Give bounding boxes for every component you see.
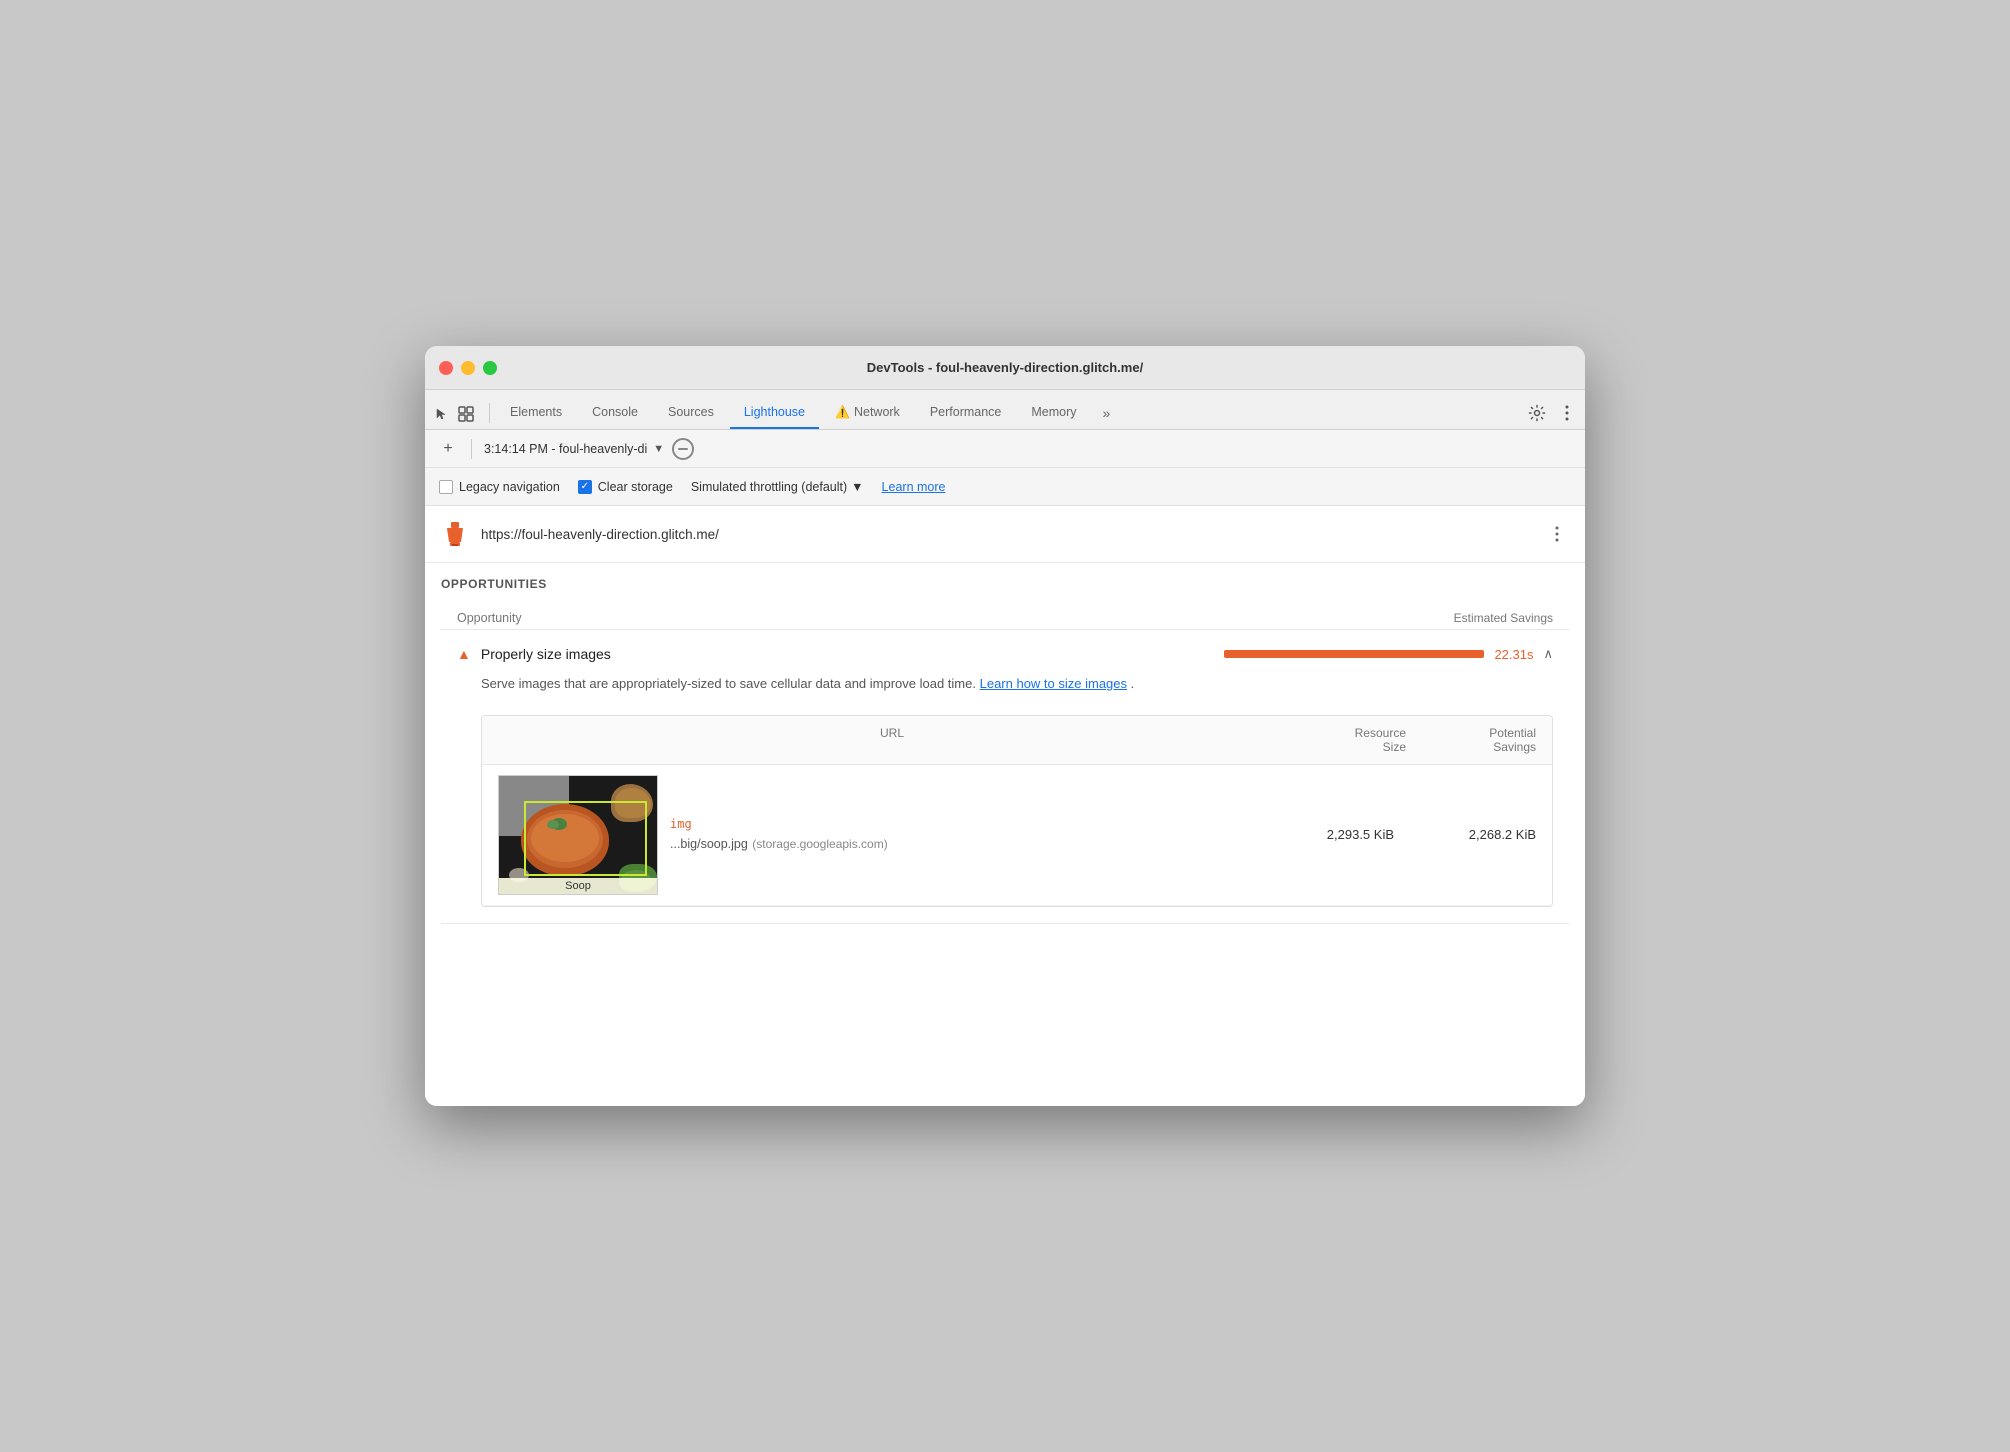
file-url: ...big/soop.jpg xyxy=(670,837,748,851)
throttling-selector[interactable]: Simulated throttling (default) ▼ xyxy=(691,480,864,494)
inner-table-header: URL Resource Size Potential Savings xyxy=(482,716,1552,765)
throttling-dropdown-icon: ▼ xyxy=(851,480,863,494)
settings-icon[interactable] xyxy=(1527,403,1547,423)
maximize-button[interactable] xyxy=(483,361,497,375)
inner-table: URL Resource Size Potential Savings xyxy=(481,715,1553,907)
clear-storage-checkbox[interactable]: ✓ xyxy=(578,480,592,494)
devtools-window: DevTools - foul-heavenly-direction.glitc… xyxy=(425,346,1585,1106)
inspect-icon[interactable] xyxy=(457,405,475,423)
warning-triangle-icon: ▲ xyxy=(457,646,471,662)
lighthouse-logo xyxy=(441,520,469,548)
tab-elements[interactable]: Elements xyxy=(496,405,576,429)
options-bar: Legacy navigation ✓ Clear storage Simula… xyxy=(425,468,1585,506)
url-bar: https://foul-heavenly-direction.glitch.m… xyxy=(425,506,1585,563)
title-bar: DevTools - foul-heavenly-direction.glitc… xyxy=(425,346,1585,390)
potential-savings-cell: 2,268.2 KiB xyxy=(1406,827,1536,842)
devtools-tabs-bar: Elements Console Sources Lighthouse ⚠️ N… xyxy=(425,390,1585,430)
close-button[interactable] xyxy=(439,361,453,375)
savings-bar xyxy=(1224,650,1484,658)
file-domain: (storage.googleapis.com) xyxy=(752,837,887,851)
col-potential-header: Potential Savings xyxy=(1406,726,1536,754)
resource-size-cell: 2,293.5 KiB xyxy=(1274,827,1394,842)
opportunity-title: Properly size images xyxy=(481,646,1215,662)
window-title: DevTools - foul-heavenly-direction.glitc… xyxy=(867,360,1143,375)
url-more-button[interactable] xyxy=(1545,522,1569,546)
expand-chevron-icon[interactable]: ∧ xyxy=(1543,646,1553,662)
opportunity-header[interactable]: ▲ Properly size images 22.31s ∧ xyxy=(441,634,1569,674)
image-preview: Soop xyxy=(498,775,658,895)
col-opportunity-header: Opportunity xyxy=(457,611,1454,625)
tab-divider xyxy=(489,403,490,423)
toolbar-row: + 3:14:14 PM - foul-heavenly-di ▼ xyxy=(425,430,1585,468)
col-size-header: Resource Size xyxy=(1286,726,1406,754)
image-caption: Soop xyxy=(499,878,657,894)
warning-icon: ⚠️ xyxy=(835,405,850,419)
more-options-icon[interactable] xyxy=(1557,403,1577,423)
add-session-button[interactable]: + xyxy=(437,438,459,460)
col-savings-header: Estimated Savings xyxy=(1454,611,1553,625)
traffic-lights xyxy=(439,361,497,375)
col-url-header: URL xyxy=(498,726,1286,754)
tab-more-button[interactable]: » xyxy=(1093,405,1121,429)
tab-memory[interactable]: Memory xyxy=(1017,405,1090,429)
legacy-navigation-checkbox[interactable] xyxy=(439,480,453,494)
opportunity-row: ▲ Properly size images 22.31s ∧ Serve im… xyxy=(441,634,1569,924)
no-throttling-icon[interactable] xyxy=(672,438,694,460)
savings-bar-wrap: 22.31s xyxy=(1224,647,1533,662)
tab-lighthouse[interactable]: Lighthouse xyxy=(730,405,819,429)
toolbar-divider xyxy=(471,439,472,459)
learn-how-link[interactable]: Learn how to size images xyxy=(980,676,1127,691)
tab-sources[interactable]: Sources xyxy=(654,405,728,429)
learn-more-link[interactable]: Learn more xyxy=(882,480,946,494)
tab-icon-group xyxy=(433,405,475,429)
session-selector[interactable]: 3:14:14 PM - foul-heavenly-di ▼ xyxy=(484,442,664,456)
tab-console[interactable]: Console xyxy=(578,405,652,429)
section-title: OPPORTUNITIES xyxy=(441,577,1569,591)
html-tag: img xyxy=(670,817,1262,831)
cursor-icon[interactable] xyxy=(433,405,451,423)
tab-actions xyxy=(1527,403,1577,429)
opportunities-section: OPPORTUNITIES Opportunity Estimated Savi… xyxy=(425,563,1585,924)
clear-storage-option[interactable]: ✓ Clear storage xyxy=(578,480,673,494)
opportunity-description: Serve images that are appropriately-size… xyxy=(457,674,1553,695)
savings-value: 22.31s xyxy=(1494,647,1533,662)
main-content: https://foul-heavenly-direction.glitch.m… xyxy=(425,506,1585,1106)
url-cell: img ...big/soop.jpg (storage.googleapis.… xyxy=(670,817,1262,853)
tab-performance[interactable]: Performance xyxy=(916,405,1016,429)
table-row: Soop img ...big/soop.jpg (storage.google… xyxy=(482,765,1552,906)
table-header: Opportunity Estimated Savings xyxy=(441,607,1569,630)
page-url: https://foul-heavenly-direction.glitch.m… xyxy=(481,527,1533,542)
minimize-button[interactable] xyxy=(461,361,475,375)
tab-network[interactable]: ⚠️ Network xyxy=(821,405,914,429)
session-dropdown-icon[interactable]: ▼ xyxy=(653,443,664,455)
legacy-navigation-option[interactable]: Legacy navigation xyxy=(439,480,560,494)
opportunity-expanded: Serve images that are appropriately-size… xyxy=(441,674,1569,923)
